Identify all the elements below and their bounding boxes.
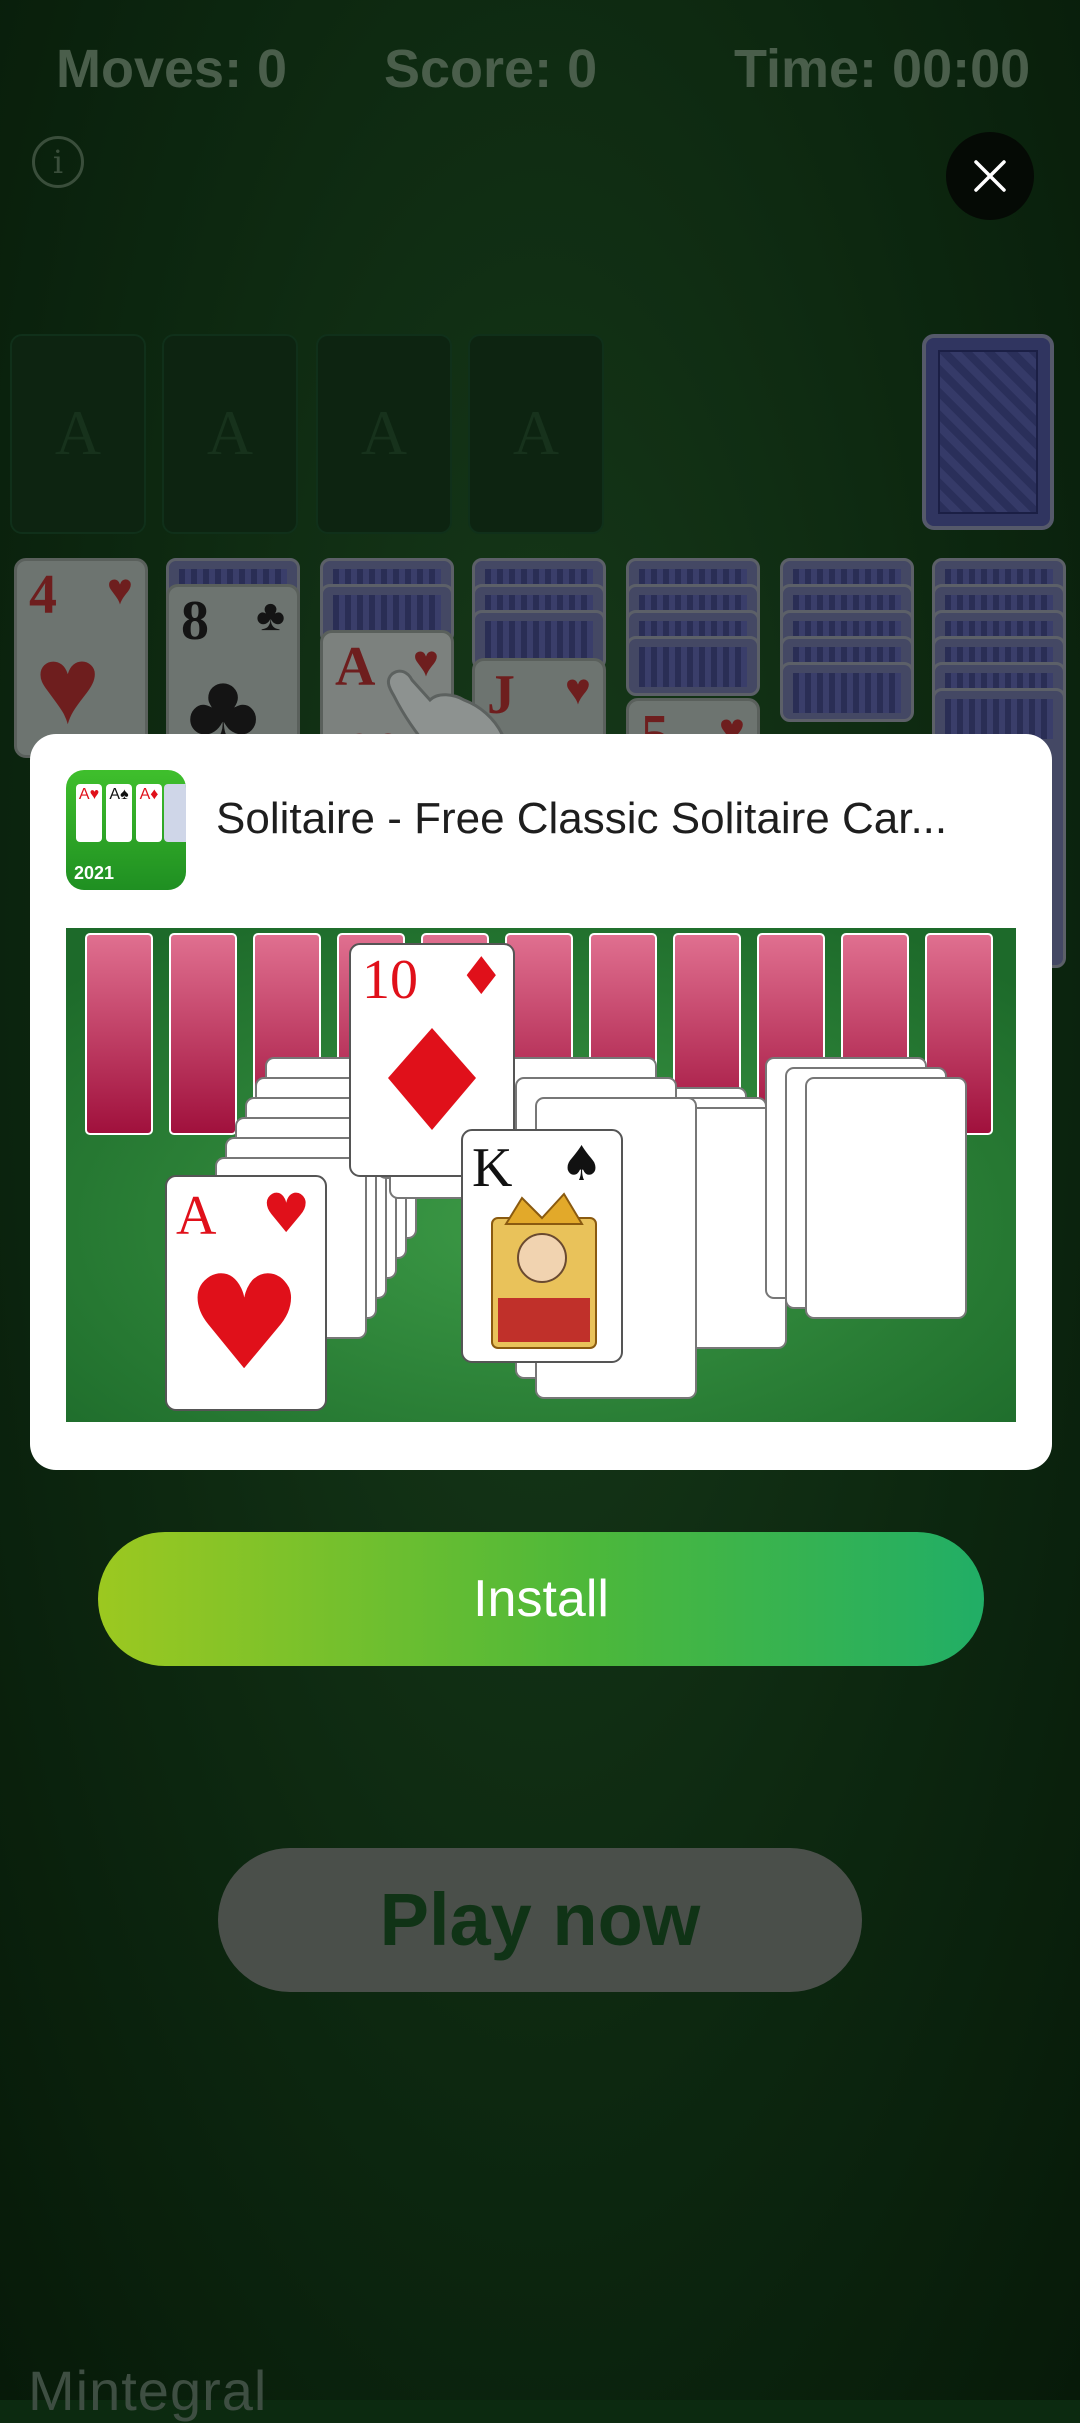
foundation-slot-4[interactable]: A — [468, 334, 604, 534]
time-counter: Time: 00:00 — [734, 39, 1031, 99]
card-rank: 8 — [181, 590, 209, 652]
ad-banner-image[interactable]: 10 ♦ K ♠ A ♥ ♥ — [66, 928, 1016, 1422]
card-suit: ♥ — [106, 565, 133, 614]
card-suit: ♥ — [564, 665, 591, 714]
banner-card-ace-rank: A — [176, 1185, 217, 1247]
moves-counter: Moves: 0 — [56, 39, 288, 99]
card[interactable]: 4 ♥ ♥ — [14, 558, 148, 758]
card-suit-large: ♥ — [35, 624, 101, 747]
banner-card-ace-suit: ♥ — [262, 1182, 310, 1245]
foundation-slot-2[interactable]: A — [162, 334, 298, 534]
ad-card[interactable]: A♥ A♠ A♦ 2021 Solitaire - Free Classic S… — [30, 734, 1052, 1470]
app-icon[interactable]: A♥ A♠ A♦ 2021 — [66, 770, 186, 890]
score-counter: Score: 0 — [384, 39, 598, 99]
foundation-label: A — [512, 397, 560, 468]
card-rank: 4 — [29, 564, 57, 626]
app-icon-year: 2021 — [74, 863, 115, 883]
foundation-label: A — [206, 397, 254, 468]
banner-card-ten-suit: ♦ — [458, 947, 505, 1007]
ad-app-title[interactable]: Solitaire - Free Classic Solitaire Car..… — [216, 794, 1026, 844]
foundation-slot-3[interactable]: A — [316, 334, 452, 534]
ad-network-brand: Mintegral — [28, 2359, 268, 2422]
banner-illustration: 10 ♦ K ♠ A ♥ ♥ — [66, 928, 1016, 1422]
banner-card-ten-rank: 10 — [362, 949, 418, 1011]
banner-card-king-rank: K — [472, 1137, 512, 1199]
stats-bar: Moves: 0 Score: 0 Time: 00:00 — [0, 38, 1080, 108]
card-rank: A — [335, 636, 376, 698]
play-now-button[interactable]: Play now — [218, 1848, 862, 1992]
close-ad-button[interactable] — [946, 132, 1034, 220]
card-back — [780, 662, 914, 722]
info-icon[interactable]: i — [32, 136, 84, 188]
close-icon — [974, 160, 1006, 192]
card-suit: ♣ — [256, 591, 285, 640]
install-button[interactable]: Install — [98, 1532, 984, 1666]
banner-card-king-suit: ♠ — [560, 1136, 603, 1192]
card-back — [626, 636, 760, 696]
banner-card-ace-suit-large: ♥ — [186, 1247, 303, 1399]
foundation-label: A — [54, 397, 102, 468]
foundation-label: A — [360, 397, 408, 468]
foundation-slot-1[interactable]: A — [10, 334, 146, 534]
stock-pile[interactable] — [922, 334, 1054, 530]
